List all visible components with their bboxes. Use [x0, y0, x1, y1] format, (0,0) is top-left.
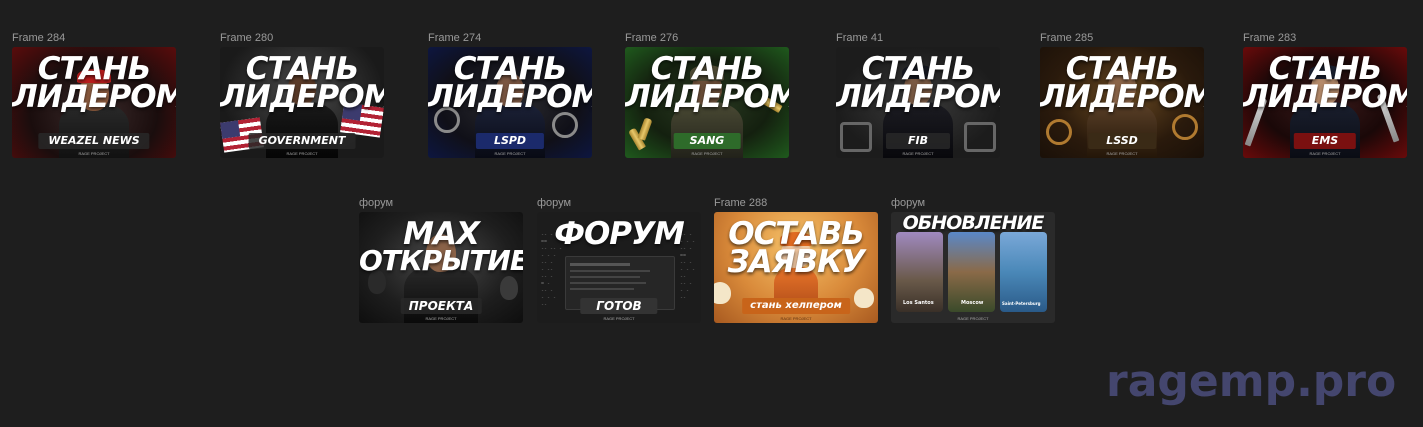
- frame-max-open[interactable]: форум МАХ ОТКРЫТИЕ ПРОЕКТА RAGE PROJECT: [359, 196, 523, 323]
- city-card-saint-petersburg: Saint-Petersburg: [1000, 232, 1047, 312]
- frame-lspd[interactable]: Frame 274 СТАНЬ ЛИДЕРОМ LSPD RAGE PROJEC…: [428, 31, 592, 158]
- frame-lssd[interactable]: Frame 285 СТАНЬ ЛИДЕРОМ LSSD RAGE PROJEC…: [1040, 31, 1204, 158]
- city-label: Saint-Petersburg: [1002, 301, 1041, 306]
- flower-icon: [714, 282, 731, 304]
- flower-icon: [854, 288, 874, 308]
- frame-label[interactable]: Frame 283: [1243, 31, 1407, 45]
- thumbnail[interactable]: МАХ ОТКРЫТИЕ ПРОЕКТА RAGE PROJECT: [359, 212, 523, 323]
- title-line-2: ЛИДЕРОМ: [836, 79, 1000, 115]
- balloon-icon: [500, 276, 518, 300]
- title-line-2: ЛИДЕРОМ: [428, 79, 592, 115]
- vest-plate-icon: [840, 122, 872, 152]
- title-plate: ПРОЕКТА: [400, 298, 482, 314]
- frame-ems[interactable]: Frame 283 СТАНЬ ЛИДЕРОМ EMS RAGE PROJECT: [1243, 31, 1407, 158]
- frame-label[interactable]: Frame 284: [12, 31, 176, 45]
- vest-plate-icon: [964, 122, 996, 152]
- footer-micro: RAGE PROJECT: [286, 151, 318, 156]
- footer-micro: RAGE PROJECT: [957, 316, 989, 321]
- frame-label[interactable]: Frame 41: [836, 31, 1000, 45]
- thumbnail[interactable]: СТАНЬ ЛИДЕРОМ LSSD RAGE PROJECT: [1040, 47, 1204, 158]
- faction-plate: EMS: [1293, 133, 1357, 149]
- thumbnail[interactable]: ОСТАВЬ ЗАЯВКУ стань хелпером RAGE PROJEC…: [714, 212, 878, 323]
- frame-label[interactable]: форум: [359, 196, 523, 210]
- handcuff-icon: [552, 112, 578, 138]
- footer-micro: RAGE PROJECT: [494, 151, 526, 156]
- watermark-text: ragemp.pro: [1106, 356, 1397, 407]
- title-line-2: ЛИДЕРОМ: [625, 79, 789, 115]
- footer-micro: RAGE PROJECT: [780, 316, 812, 321]
- faction-plate: SANG: [673, 133, 741, 149]
- footer-micro: RAGE PROJECT: [78, 151, 110, 156]
- title-line-2: ОТКРЫТИЕ: [359, 244, 523, 277]
- frame-label[interactable]: Frame 285: [1040, 31, 1204, 45]
- footer-micro: RAGE PROJECT: [691, 151, 723, 156]
- frame-label[interactable]: форум: [891, 196, 1055, 210]
- footer-micro: RAGE PROJECT: [425, 316, 457, 321]
- faction-plate: LSPD: [475, 133, 545, 149]
- thumbnail[interactable]: СТАНЬ ЛИДЕРОМ LSPD RAGE PROJECT: [428, 47, 592, 158]
- title-plate: ГОТОВ: [580, 298, 658, 314]
- title-line-2: ЛИДЕРОМ: [12, 79, 176, 115]
- footer-micro: RAGE PROJECT: [1106, 151, 1138, 156]
- title-plate: стань хелпером: [742, 298, 850, 314]
- frame-label[interactable]: Frame 274: [428, 31, 592, 45]
- city-card-los-santos: Los Santos: [896, 232, 943, 312]
- footer-micro: RAGE PROJECT: [603, 316, 635, 321]
- handcuff-icon: [1046, 119, 1072, 145]
- title-line-2: ЛИДЕРОМ: [1040, 79, 1204, 115]
- city-card-moscow: Moscow: [948, 232, 995, 312]
- frame-government[interactable]: Frame 280 СТАНЬ ЛИДЕРОМ GOVERNMENT RAGE …: [220, 31, 384, 158]
- frame-sang[interactable]: Frame 276 СТАНЬ ЛИДЕРОМ SANG RAGE PROJEC…: [625, 31, 789, 158]
- thumbnail[interactable]: СТАНЬ ЛИДЕРОМ GOVERNMENT RAGE PROJECT: [220, 47, 384, 158]
- thumbnail[interactable]: СТАНЬ ЛИДЕРОМ FIB RAGE PROJECT: [836, 47, 1000, 158]
- frame-label[interactable]: форум: [537, 196, 701, 210]
- frame-label[interactable]: Frame 288: [714, 196, 878, 210]
- faction-plate: WEAZEL NEWS: [38, 133, 150, 149]
- frame-forum-ready[interactable]: форум -- - == -- -- - - - - -- - - -- --…: [537, 196, 701, 323]
- footer-micro: RAGE PROJECT: [902, 151, 934, 156]
- thumbnail[interactable]: СТАНЬ ЛИДЕРОМ EMS RAGE PROJECT: [1243, 47, 1407, 158]
- frame-apply-helper[interactable]: Frame 288 ОСТАВЬ ЗАЯВКУ стань хелпером R…: [714, 196, 878, 323]
- frame-fib[interactable]: Frame 41 СТАНЬ ЛИДЕРОМ FIB RAGE PROJECT: [836, 31, 1000, 158]
- city-label: Los Santos: [903, 300, 934, 306]
- frame-label[interactable]: Frame 280: [220, 31, 384, 45]
- title-line-1: ФОРУМ: [554, 216, 685, 252]
- frame-update[interactable]: форум ОБНОВЛЕНИЕ Los Santos Moscow Saint…: [891, 196, 1055, 323]
- title-line-1: ОБНОВЛЕНИЕ: [902, 212, 1045, 234]
- thumbnail[interactable]: СТАНЬ ЛИДЕРОМ SANG RAGE PROJECT: [625, 47, 789, 158]
- title-line-2: ЗАЯВКУ: [727, 244, 866, 280]
- faction-plate: GOVERNMENT: [248, 133, 356, 149]
- frame-label[interactable]: Frame 276: [625, 31, 789, 45]
- footer-micro: RAGE PROJECT: [1309, 151, 1341, 156]
- title-line-2: ЛИДЕРОМ: [220, 79, 384, 115]
- faction-plate: FIB: [886, 133, 950, 149]
- thumbnail[interactable]: -- - == -- -- - - - - -- - - -- -- - = -…: [537, 212, 701, 323]
- handcuff-icon: [1172, 114, 1198, 140]
- title-line-2: ЛИДЕРОМ: [1243, 79, 1407, 115]
- thumbnail[interactable]: СТАНЬ ЛИДЕРОМ WEAZEL NEWS RAGE PROJECT: [12, 47, 176, 158]
- thumbnail[interactable]: ОБНОВЛЕНИЕ Los Santos Moscow Saint-Peter…: [891, 212, 1055, 323]
- faction-plate: LSSD: [1088, 133, 1156, 149]
- frame-weazel-news[interactable]: Frame 284 СТАНЬ ЛИДЕРОМ WEAZEL NEWS RAGE…: [12, 31, 176, 158]
- city-label: Moscow: [961, 300, 984, 306]
